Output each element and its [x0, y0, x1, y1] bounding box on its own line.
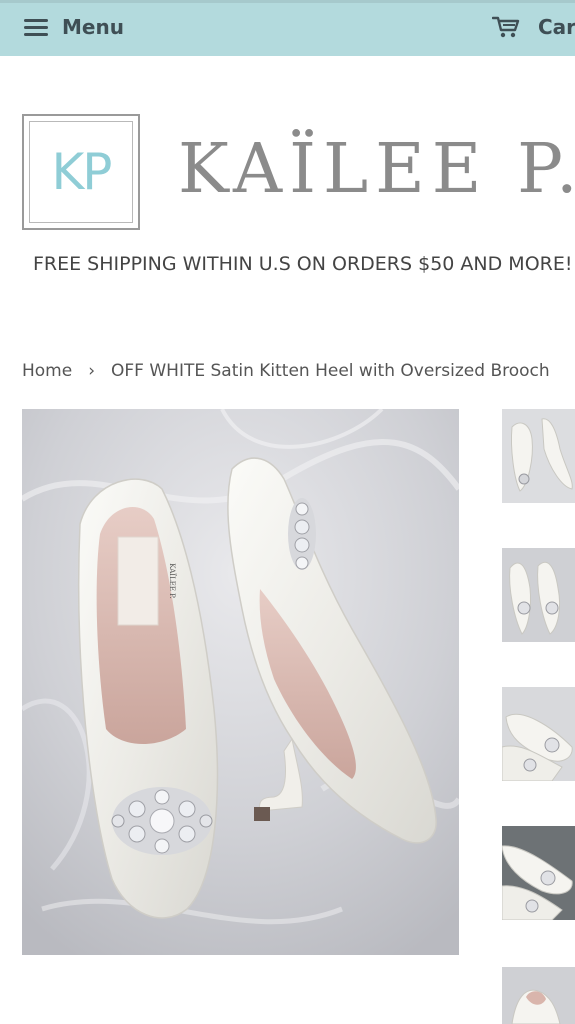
- store-logo[interactable]: KP KAÏLEE P.: [22, 114, 575, 232]
- brooch-right: [288, 498, 316, 570]
- cart-button[interactable]: Cart: [492, 15, 575, 39]
- top-navigation-bar: Menu Cart: [0, 0, 575, 56]
- hamburger-icon: [24, 18, 48, 36]
- thumbnail-1[interactable]: [502, 409, 575, 503]
- logo-monogram: KP: [22, 114, 140, 230]
- promo-banner: FREE SHIPPING WITHIN U.S ON ORDERS $50 A…: [33, 253, 573, 275]
- brooch-left: [111, 787, 213, 855]
- thumbnail-3[interactable]: [502, 687, 575, 781]
- breadcrumb: Home › OFF WHITE Satin Kitten Heel with Ov…: [22, 361, 550, 381]
- logo-initials: KP: [51, 143, 113, 201]
- logo-wordmark: KAÏLEE P.: [178, 130, 575, 209]
- menu-label: Menu: [62, 15, 124, 39]
- thumbnail-2[interactable]: [502, 548, 575, 642]
- menu-button[interactable]: Menu: [24, 15, 124, 39]
- breadcrumb-separator: ›: [88, 361, 96, 381]
- thumbnail-5[interactable]: [502, 967, 575, 1024]
- product-photo-shoes: KAÏLEE P.: [22, 409, 459, 955]
- product-main-image[interactable]: KAÏLEE P.: [22, 409, 459, 955]
- thumbnail-4[interactable]: [502, 826, 575, 920]
- cart-label: Cart: [538, 15, 575, 39]
- breadcrumb-home-link[interactable]: Home: [22, 361, 72, 381]
- insole-label: KAÏLEE P.: [168, 563, 177, 598]
- breadcrumb-current: OFF WHITE Satin Kitten Heel with Oversiz…: [111, 361, 550, 381]
- cart-icon: [492, 16, 520, 38]
